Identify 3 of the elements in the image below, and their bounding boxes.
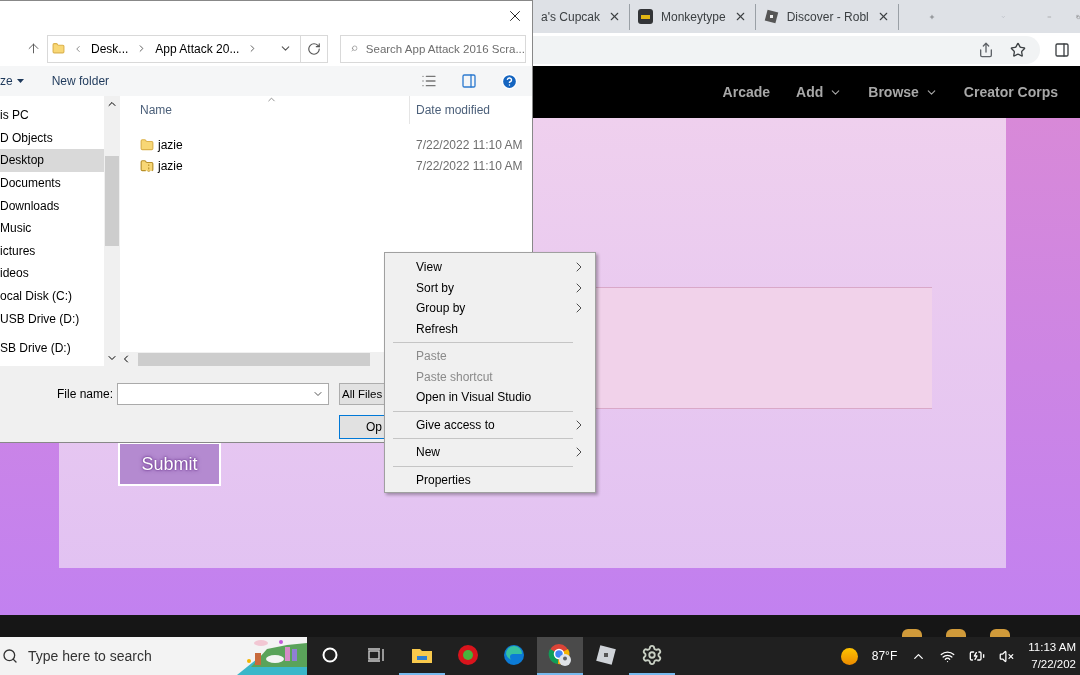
date-cell-text: 7/22/2022 11:10 AM: [415, 158, 523, 173]
field-label: File name:: [56, 387, 114, 401]
date-cell-text: 7/22/2022 11:10 AM: [415, 137, 523, 152]
